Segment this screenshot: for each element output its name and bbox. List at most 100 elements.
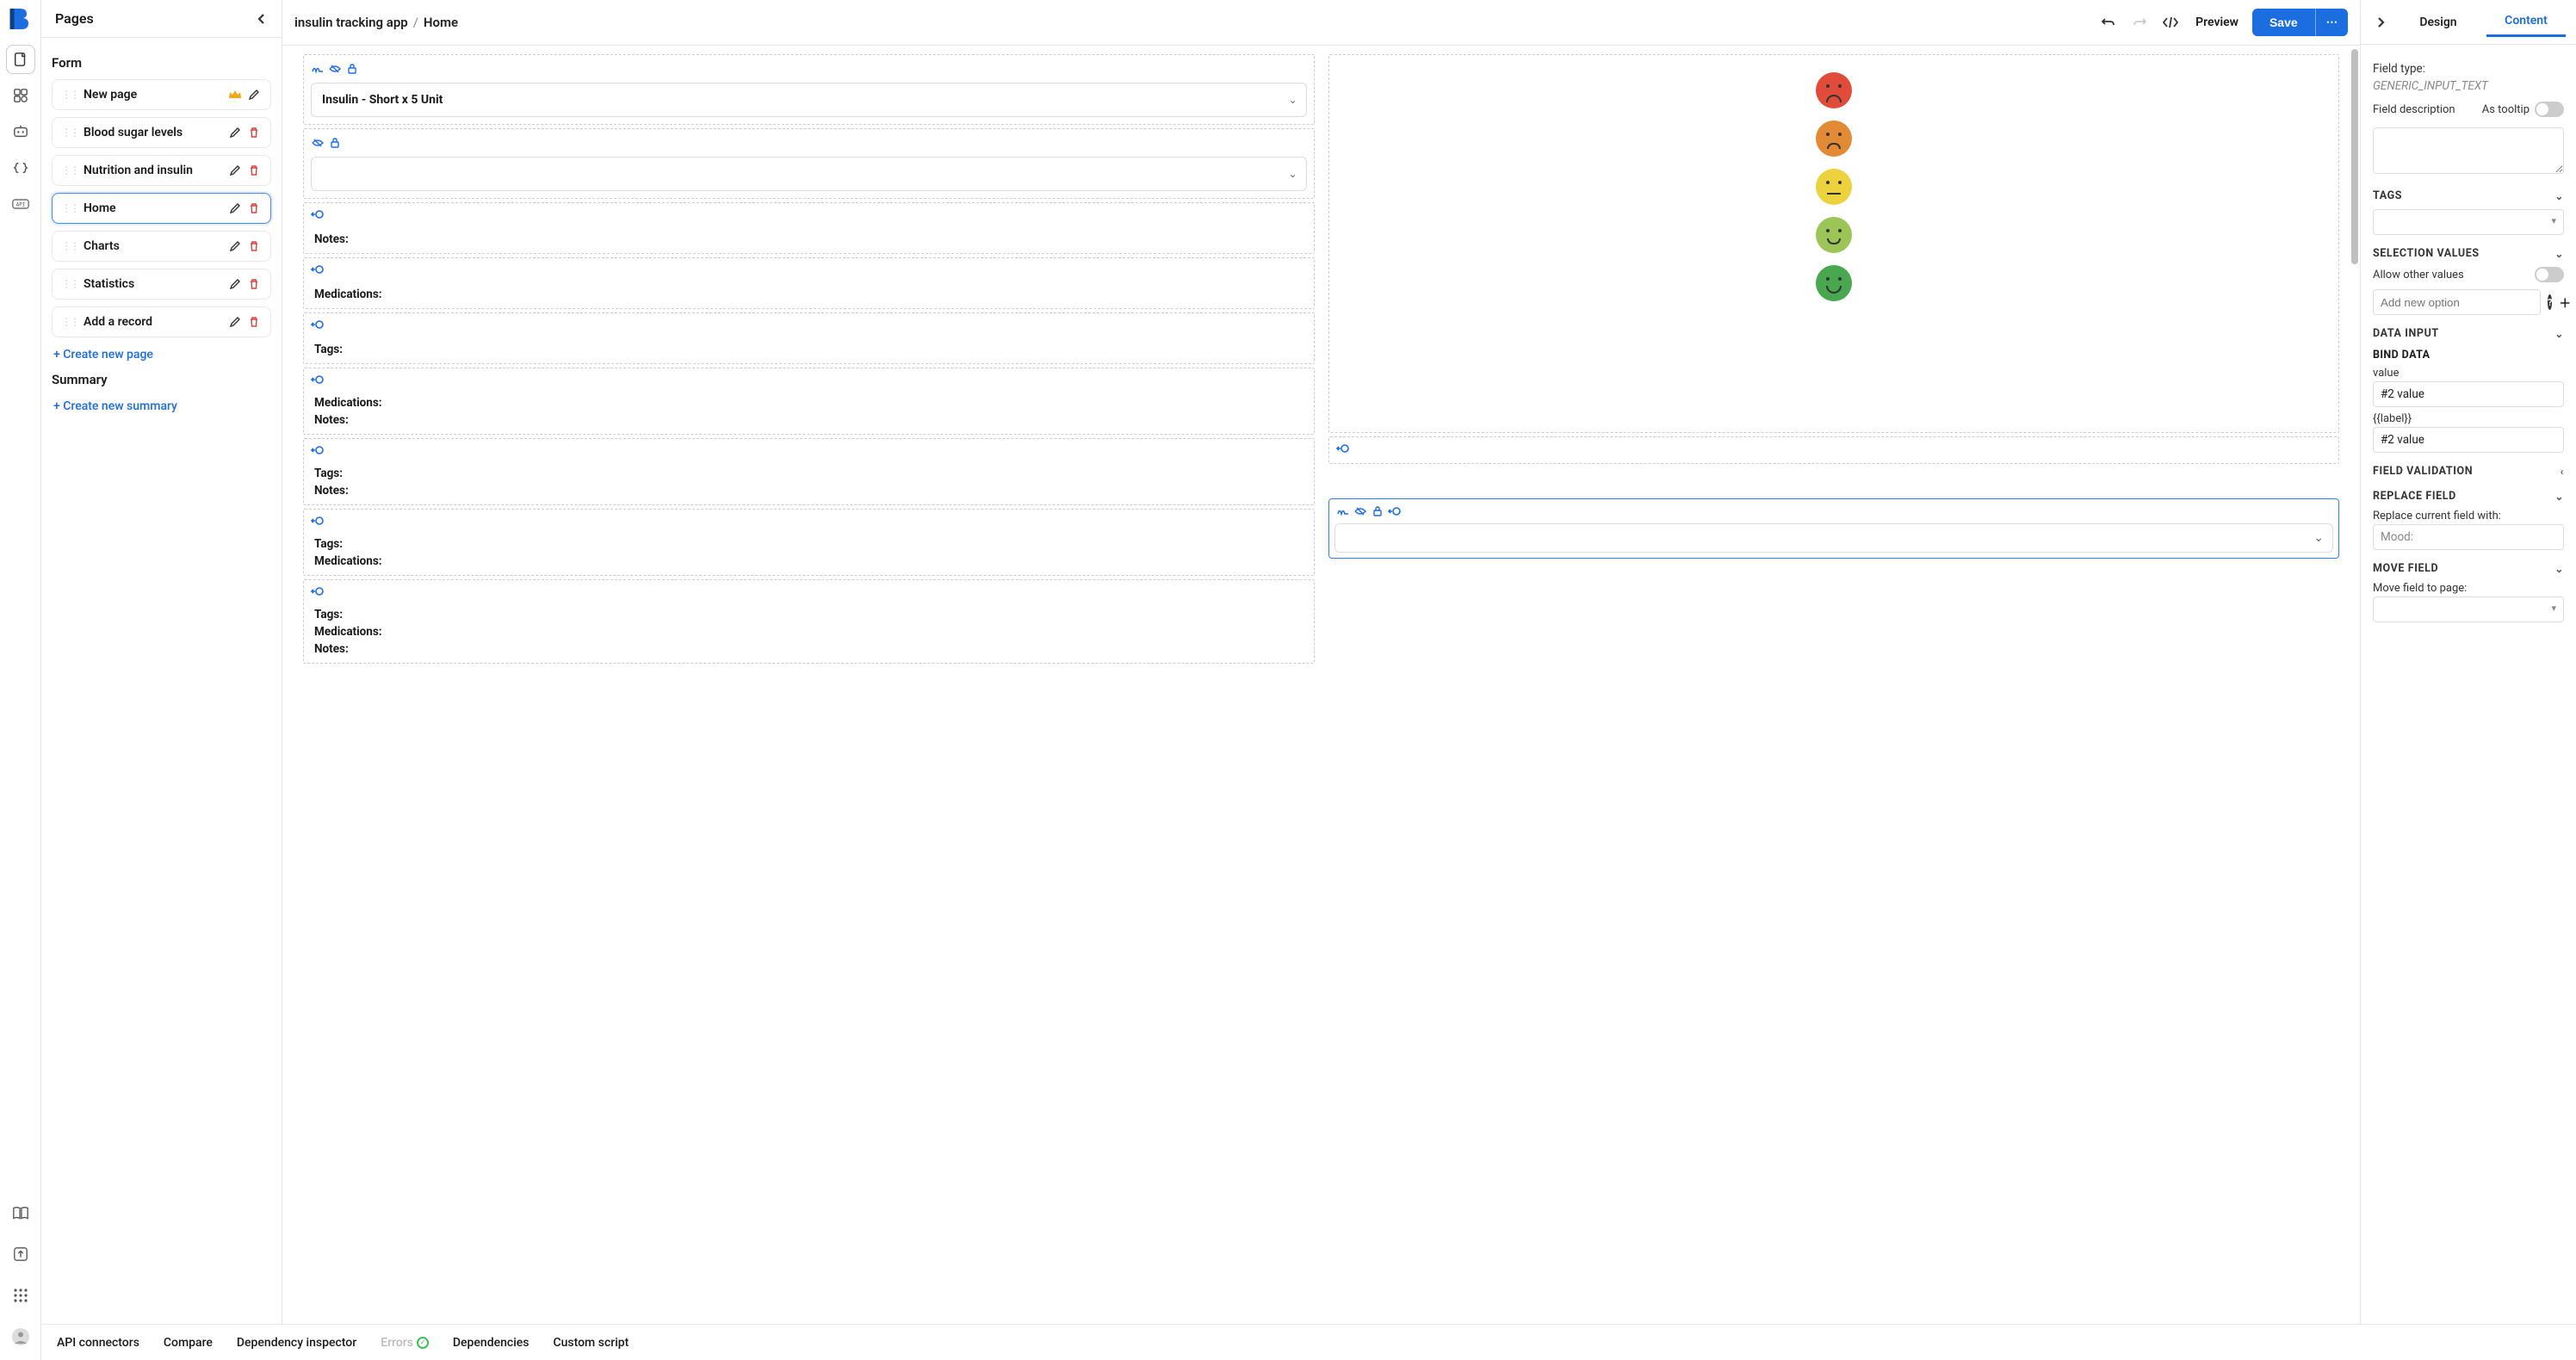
bottom-api-connectors[interactable]: API connectors [57,1336,139,1350]
section-selection-values[interactable]: SELECTION VALUES⌄ [2373,247,2564,260]
edit-icon[interactable] [246,87,262,102]
signature-icon[interactable] [1336,504,1350,518]
trash-icon[interactable] [246,163,262,178]
bottom-compare[interactable]: Compare [164,1336,213,1350]
edit-icon[interactable] [227,163,243,178]
bottom-dependencies[interactable]: Dependencies [453,1336,529,1350]
drag-handle-icon[interactable]: ⋮⋮ [61,278,78,290]
insert-replace-icon[interactable] [311,515,325,527]
edit-icon[interactable] [227,125,243,140]
signature-icon[interactable] [311,62,325,76]
drag-handle-icon[interactable]: ⋮⋮ [61,316,78,328]
drag-handle-icon[interactable]: ⋮⋮ [61,202,78,214]
field-desc-textarea[interactable] [2373,127,2564,174]
insert-replace-icon[interactable] [1388,504,1402,518]
rail-code-icon[interactable] [6,153,35,182]
drag-handle-icon[interactable]: ⋮⋮ [61,240,78,252]
mood-face-sad[interactable] [1816,121,1852,157]
insert-replace-icon[interactable] [311,318,325,331]
section-field-validation[interactable]: FIELD VALIDATION‹ [2373,465,2564,478]
insert-replace-icon[interactable] [311,208,325,220]
section-tags[interactable]: TAGS⌄ [2373,189,2564,202]
create-page-link[interactable]: + Create new page [52,344,271,365]
drag-handle-icon[interactable]: ⋮⋮ [61,89,78,101]
tab-content[interactable]: Content [2486,7,2566,37]
tags-select[interactable]: ▾ [2373,209,2564,235]
trash-icon[interactable] [246,276,262,292]
lock-icon[interactable] [345,62,359,76]
lock-icon[interactable] [1371,504,1384,518]
code-view-icon[interactable] [2159,11,2182,34]
trash-icon[interactable] [246,314,262,330]
trash-icon[interactable] [246,201,262,216]
insert-replace-icon[interactable] [311,374,325,386]
insulin-select[interactable]: Insulin - Short x 5 Unit ⌄ [311,83,1307,117]
bottom-custom-script[interactable]: Custom script [553,1336,629,1350]
section-move-field[interactable]: MOVE FIELD⌄ [2373,562,2564,575]
mood-face-neutral[interactable] [1816,169,1852,205]
page-item-statistics[interactable]: ⋮⋮ Statistics [52,269,271,300]
save-more-button[interactable]: ⋯ [2315,9,2348,36]
mood-face-happy[interactable] [1816,217,1852,253]
edit-icon[interactable] [227,238,243,254]
canvas[interactable]: Insulin - Short x 5 Unit ⌄ ⌄ [282,46,2360,1360]
save-button[interactable]: Save [2252,9,2315,36]
trash-icon[interactable] [246,238,262,254]
rail-api-icon[interactable]: API [6,189,35,219]
insert-replace-icon[interactable] [311,585,325,597]
empty-select[interactable]: ⌄ [311,157,1307,191]
bottom-dep-inspector[interactable]: Dependency inspector [237,1336,356,1350]
tab-design[interactable]: Design [2399,9,2478,36]
drag-handle-icon[interactable]: ⋮⋮ [61,164,78,176]
page-item-nutrition[interactable]: ⋮⋮ Nutrition and insulin [52,155,271,186]
section-data-input[interactable]: DATA INPUT⌄ [2373,327,2564,340]
lock-icon[interactable] [328,136,342,150]
insert-replace-icon[interactable] [311,263,325,275]
page-item-home[interactable]: ⋮⋮ Home [52,193,271,224]
breadcrumb-project[interactable]: insulin tracking app [294,15,408,30]
redo-icon[interactable] [2128,11,2151,34]
scrollbar-thumb[interactable] [2351,49,2358,264]
undo-icon[interactable] [2097,11,2120,34]
help-icon[interactable]: ? [2548,294,2552,310]
rail-docs-icon[interactable] [6,1198,35,1227]
mood-face-very-sad[interactable] [1816,72,1852,108]
edit-icon[interactable] [227,276,243,292]
insert-replace-icon[interactable] [1336,442,1350,454]
collapse-right-icon[interactable] [2371,13,2390,32]
edit-icon[interactable] [227,314,243,330]
create-summary-link[interactable]: + Create new summary [52,396,271,417]
add-option-button[interactable]: ＋ [2559,294,2571,310]
page-item-blood-sugar[interactable]: ⋮⋮ Blood sugar levels [52,117,271,148]
insert-replace-icon[interactable] [311,444,325,456]
rail-components-icon[interactable] [6,81,35,110]
trash-icon[interactable] [246,125,262,140]
hidden-icon[interactable] [1353,504,1367,518]
hidden-icon[interactable] [311,136,325,150]
rail-account-icon[interactable] [6,1322,35,1351]
page-item-add-record[interactable]: ⋮⋮ Add a record [52,306,271,337]
rail-apps-icon[interactable] [6,1281,35,1310]
bottom-errors[interactable]: Errors✓ [381,1336,429,1350]
bind-label-box[interactable]: #2 value [2373,427,2564,453]
page-item-charts[interactable]: ⋮⋮ Charts [52,231,271,262]
preview-button[interactable]: Preview [2190,15,2244,29]
move-field-select[interactable]: ▾ [2373,597,2564,622]
allow-other-toggle[interactable] [2535,267,2564,282]
bind-value-box[interactable]: #2 value [2373,381,2564,407]
section-replace-field[interactable]: REPLACE FIELD⌄ [2373,490,2564,503]
replace-field-select[interactable]: Mood: [2373,524,2564,550]
selected-field-select[interactable]: ⌄ [1334,523,2334,553]
rail-upload-icon[interactable] [6,1239,35,1269]
edit-icon[interactable] [227,201,243,216]
add-option-input[interactable] [2373,289,2541,315]
rail-automation-icon[interactable] [6,117,35,146]
hidden-icon[interactable] [328,62,342,76]
drag-handle-icon[interactable]: ⋮⋮ [61,127,78,139]
rail-pages-icon[interactable] [6,45,35,74]
collapse-pages-icon[interactable] [256,13,268,25]
selected-field[interactable]: ⌄ [1328,498,2340,559]
mood-face-very-happy[interactable] [1816,265,1852,301]
page-item-new-page[interactable]: ⋮⋮ New page [52,79,271,110]
as-tooltip-toggle[interactable] [2535,102,2564,117]
